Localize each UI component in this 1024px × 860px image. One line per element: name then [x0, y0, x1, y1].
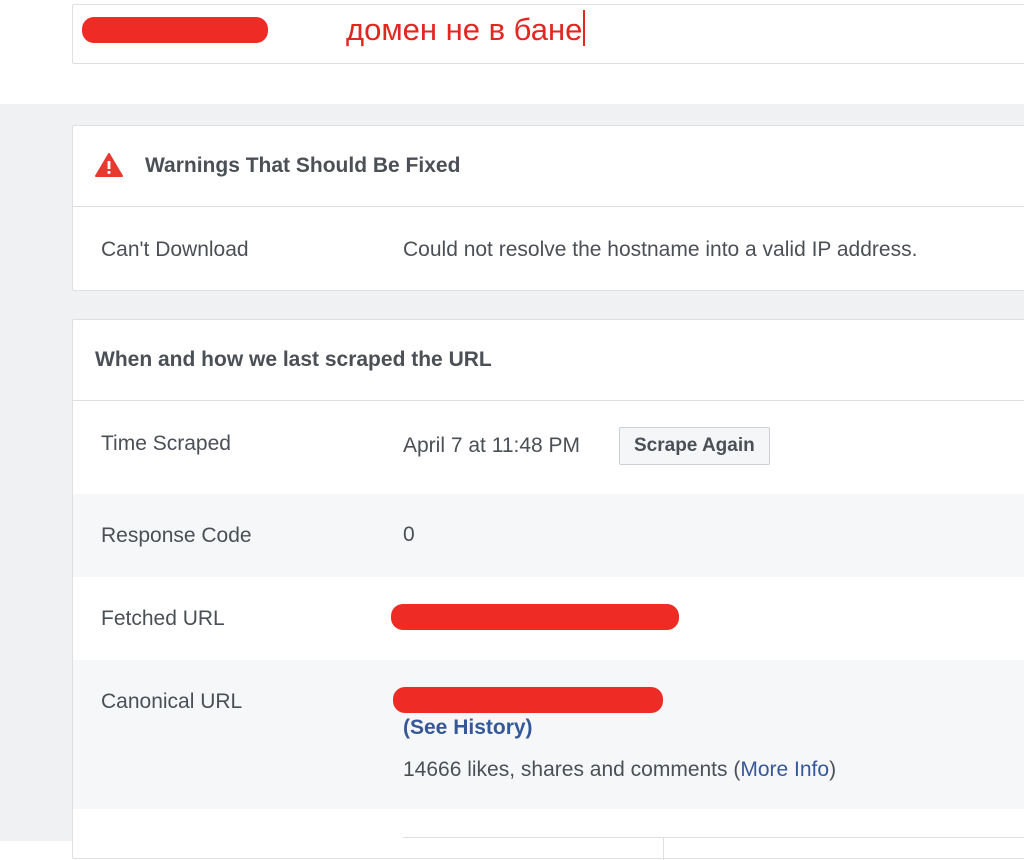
see-history-link[interactable]: (See History) [403, 716, 533, 740]
scrape-card-title: When and how we last scraped the URL [95, 348, 492, 371]
text-cursor [583, 10, 586, 46]
top-area: домен не в бане [0, 0, 1024, 104]
warnings-card-header: Warnings That Should Be Fixed [73, 126, 1024, 207]
scrape-card-header: When and how we last scraped the URL [73, 320, 1024, 401]
warnings-card: Warnings That Should Be Fixed Can't Down… [72, 125, 1024, 291]
response-code-value: 0 [403, 523, 415, 546]
time-scraped-label: Time Scraped [101, 432, 231, 455]
warning-message: Could not resolve the hostname into a va… [403, 238, 918, 261]
canonical-url-label: Canonical URL [101, 690, 243, 713]
response-code-label: Response Code [101, 524, 252, 547]
scrape-again-button[interactable]: Scrape Again [619, 427, 770, 465]
response-code-row: Response Code 0 [73, 494, 1024, 577]
annotation-label: домен не в бане [346, 12, 583, 47]
redacted-canonical-url [393, 687, 663, 713]
next-row [73, 809, 1024, 860]
redacted-url-mark [82, 17, 268, 43]
scrape-info-card: When and how we last scraped the URL Tim… [72, 319, 1024, 860]
warnings-title: Warnings That Should Be Fixed [145, 154, 461, 177]
time-scraped-value: April 7 at 11:48 PM [403, 434, 581, 457]
redacted-fetched-url [391, 604, 679, 630]
table-column-divider [663, 837, 664, 860]
warning-row: Can't Download Could not resolve the hos… [73, 207, 1024, 291]
fetched-url-row: Fetched URL [73, 577, 1024, 660]
fetched-url-label: Fetched URL [101, 607, 225, 630]
engagement-text: 14666 likes, shares and comments ( [403, 758, 741, 781]
engagement-count: 14666 likes, shares and comments (More I… [403, 758, 836, 782]
warning-label: Can't Download [101, 238, 249, 261]
engagement-suffix: ) [829, 758, 837, 781]
more-info-link[interactable]: More Info [740, 758, 829, 781]
page-background: Warnings That Should Be Fixed Can't Down… [0, 104, 1024, 860]
canonical-url-row: Canonical URL (See History) 14666 likes,… [73, 660, 1024, 809]
warning-triangle-icon [95, 153, 123, 177]
table-top-border [403, 837, 1024, 838]
annotation-text: домен не в бане [346, 10, 586, 50]
time-scraped-row: Time Scraped April 7 at 11:48 PM Scrape … [73, 401, 1024, 494]
